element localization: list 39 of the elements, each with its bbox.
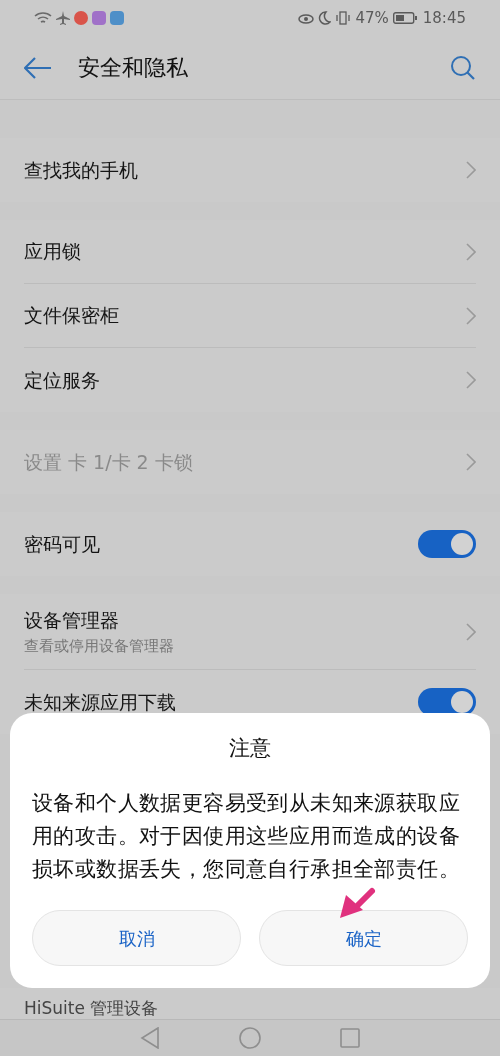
dialog-message: 设备和个人数据更容易受到从未知来源获取应用的攻击。对于因使用这些应用而造成的设备损坏或数据丢失，您同意自行承担全部责任。 (32, 789, 461, 883)
setting-label[interactable]: 应用锁 (24, 237, 81, 266)
search-icon[interactable] (450, 54, 476, 81)
setting-label[interactable]: 查找我的手机 (24, 155, 138, 185)
chevron-right-icon (466, 622, 476, 641)
vibrate-icon (335, 11, 352, 25)
pointer-arrow (340, 888, 375, 918)
chevron-right-icon (466, 161, 476, 179)
airplane-icon (56, 11, 70, 25)
setting-label[interactable]: 设备管理器 (24, 606, 174, 635)
back-arrow-icon[interactable] (24, 56, 52, 79)
battery-icon (392, 12, 417, 24)
clock-time: 18:45 (422, 7, 466, 29)
app-icon (74, 11, 88, 25)
recents-nav-icon[interactable] (340, 1028, 361, 1048)
wifi-icon (34, 11, 52, 25)
app-icon (92, 11, 106, 25)
setting-label[interactable]: 密码可见 (24, 529, 100, 559)
chevron-right-icon (466, 453, 476, 471)
chevron-right-icon (466, 306, 476, 325)
setting-label[interactable]: 定位服务 (24, 365, 100, 395)
setting-label[interactable]: 文件保密柜 (24, 301, 119, 330)
app-icon (110, 11, 124, 25)
dialog-button[interactable]: 确定 (259, 910, 468, 966)
page-title: 安全和隐私 (78, 54, 189, 82)
back-nav-icon[interactable] (139, 1027, 160, 1049)
dialog-title: 注意 (228, 735, 272, 762)
moon-icon (318, 11, 332, 25)
dialog-button[interactable]: 取消 (32, 910, 241, 966)
eye-icon (298, 12, 315, 24)
toggle-switch[interactable] (418, 530, 476, 558)
setting-label[interactable]: 未知来源应用下载 (24, 687, 176, 717)
home-nav-icon[interactable] (239, 1027, 261, 1049)
setting-description: 查看或停用设备管理器 (24, 635, 174, 657)
chevron-right-icon (466, 371, 476, 389)
toggle-switch[interactable] (418, 688, 476, 716)
chevron-right-icon (466, 242, 476, 261)
list-item-label[interactable]: HiSuite 管理设备 (24, 997, 159, 1019)
battery-percent: 47% (355, 7, 389, 29)
